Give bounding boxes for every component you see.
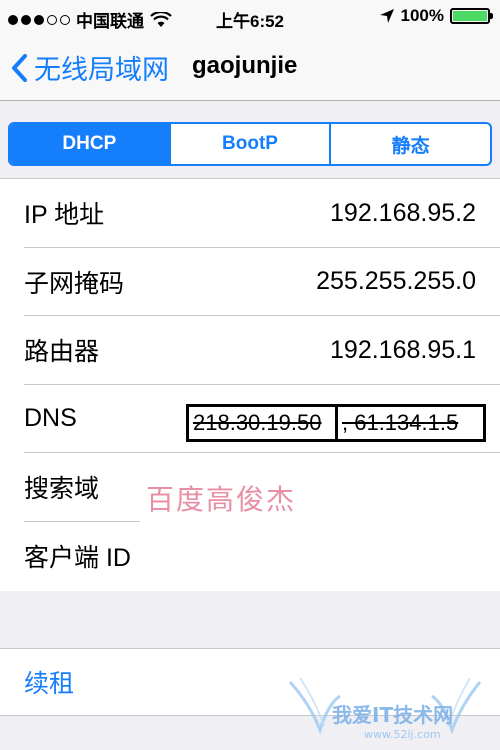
site-logo-text: 我爱IT技术网 — [332, 703, 453, 727]
dns-value-redacted: 218.30.19.50 , 61.134.1.5 — [186, 403, 486, 442]
chevron-left-icon — [12, 53, 27, 82]
client-id-row[interactable]: 客户端 ID — [0, 522, 500, 591]
status-right: 100% — [379, 6, 493, 26]
dns-row[interactable]: DNS 218.30.19.50 , 61.134.1.5 — [0, 385, 500, 453]
router-row: 路由器 192.168.95.1 — [0, 316, 500, 385]
location-arrow-icon — [379, 9, 394, 23]
site-logo-url: www.52ij.com — [364, 728, 441, 741]
navigation-bar: 无线局域网 gaojunjie — [0, 34, 500, 101]
ip-address-value: 192.168.95.2 — [330, 198, 476, 227]
dns-value-part1: 218.30.19.50 — [189, 406, 338, 439]
page-title: gaojunjie — [192, 52, 298, 79]
watermark-text: 百度高俊杰 — [146, 483, 297, 516]
battery-fill — [453, 11, 487, 21]
subnet-mask-row: 子网掩码 255.255.255.0 — [0, 248, 500, 316]
router-label: 路由器 — [24, 338, 100, 367]
subnet-mask-label: 子网掩码 — [24, 269, 125, 298]
site-logo-watermark: 我爱IT技术网 www.52ij.com — [288, 677, 482, 741]
ip-mode-segmented-control: DHCP BootP 静态 — [8, 122, 492, 166]
search-domains-label: 搜索域 — [24, 475, 100, 504]
battery-percent: 100% — [400, 6, 444, 25]
ip-address-label: IP 地址 — [24, 201, 105, 230]
renew-lease-label: 续租 — [24, 670, 75, 698]
client-id-label: 客户端 ID — [24, 543, 131, 572]
back-button-label: 无线局域网 — [34, 55, 169, 85]
router-value: 192.168.95.1 — [330, 335, 476, 364]
ip-address-row: IP 地址 192.168.95.2 — [0, 179, 500, 248]
dns-value-part2: , 61.134.1.5 — [342, 409, 459, 435]
battery-icon — [450, 8, 493, 24]
segment-dhcp[interactable]: DHCP — [10, 124, 169, 164]
network-info-table: IP 地址 192.168.95.2 子网掩码 255.255.255.0 路由… — [0, 178, 500, 591]
dns-label: DNS — [24, 404, 77, 433]
subnet-mask-value: 255.255.255.0 — [316, 267, 476, 296]
segment-static[interactable]: 静态 — [329, 124, 490, 164]
status-bar: 中国联通 上午6:52 100% — [0, 0, 500, 34]
segment-bootp[interactable]: BootP — [168, 124, 330, 164]
back-button[interactable]: 无线局域网 — [10, 48, 169, 87]
